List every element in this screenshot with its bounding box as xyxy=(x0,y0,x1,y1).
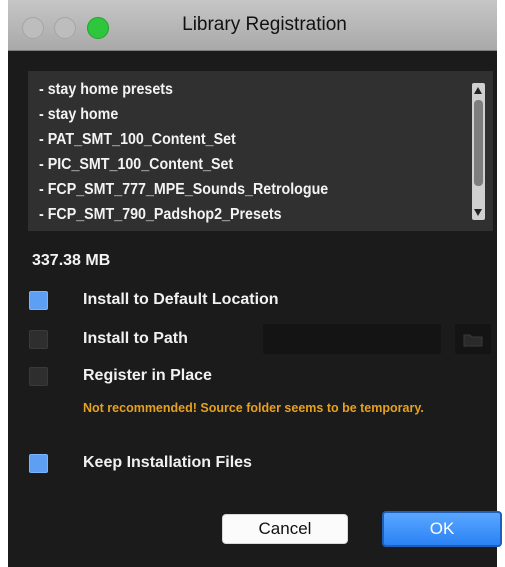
chevron-up-icon[interactable] xyxy=(474,87,482,94)
library-registration-window: Library Registration - stay home presets… xyxy=(8,0,502,567)
ok-button[interactable]: OK xyxy=(382,511,502,547)
library-list-items: - stay home presets - stay home - PAT_SMT_… xyxy=(39,77,469,227)
keep-files-label[interactable]: Keep Installation Files xyxy=(83,454,252,472)
list-item[interactable]: - stay home presets xyxy=(39,77,435,102)
total-size-label: 337.38 MB xyxy=(32,252,111,269)
list-item[interactable]: - FCP_SMT_790_Padshop2_Presets xyxy=(39,202,435,227)
install-path-checkbox[interactable] xyxy=(29,330,48,349)
window-title: Library Registration xyxy=(182,14,347,35)
keep-files-checkbox[interactable] xyxy=(29,454,48,473)
install-path-field[interactable] xyxy=(263,324,441,354)
list-item[interactable]: - PAT_SMT_100_Content_Set xyxy=(39,127,435,152)
temporary-folder-warning: Not recommended! Source folder seems to … xyxy=(83,401,424,415)
folder-icon xyxy=(463,334,483,347)
browse-folder-button[interactable] xyxy=(455,324,491,354)
list-item[interactable]: - stay home xyxy=(39,102,435,127)
register-in-place-label[interactable]: Register in Place xyxy=(83,367,212,385)
install-default-checkbox[interactable] xyxy=(29,291,48,310)
list-item[interactable]: - FCP_SMT_777_MPE_Sounds_Retrologue xyxy=(39,177,435,202)
scrollbar-thumb[interactable] xyxy=(474,100,483,186)
chevron-down-icon[interactable] xyxy=(474,209,482,216)
cancel-button[interactable]: Cancel xyxy=(222,514,348,544)
title-bar[interactable]: Library Registration xyxy=(8,0,497,51)
list-item[interactable]: - PIC_SMT_100_Content_Set xyxy=(39,152,435,177)
register-in-place-checkbox[interactable] xyxy=(29,367,48,386)
install-path-label[interactable]: Install to Path xyxy=(83,330,188,348)
library-list[interactable]: - stay home presets - stay home - PAT_SMT_… xyxy=(28,71,493,231)
install-default-label[interactable]: Install to Default Location xyxy=(83,291,279,309)
list-scrollbar[interactable] xyxy=(472,83,485,220)
